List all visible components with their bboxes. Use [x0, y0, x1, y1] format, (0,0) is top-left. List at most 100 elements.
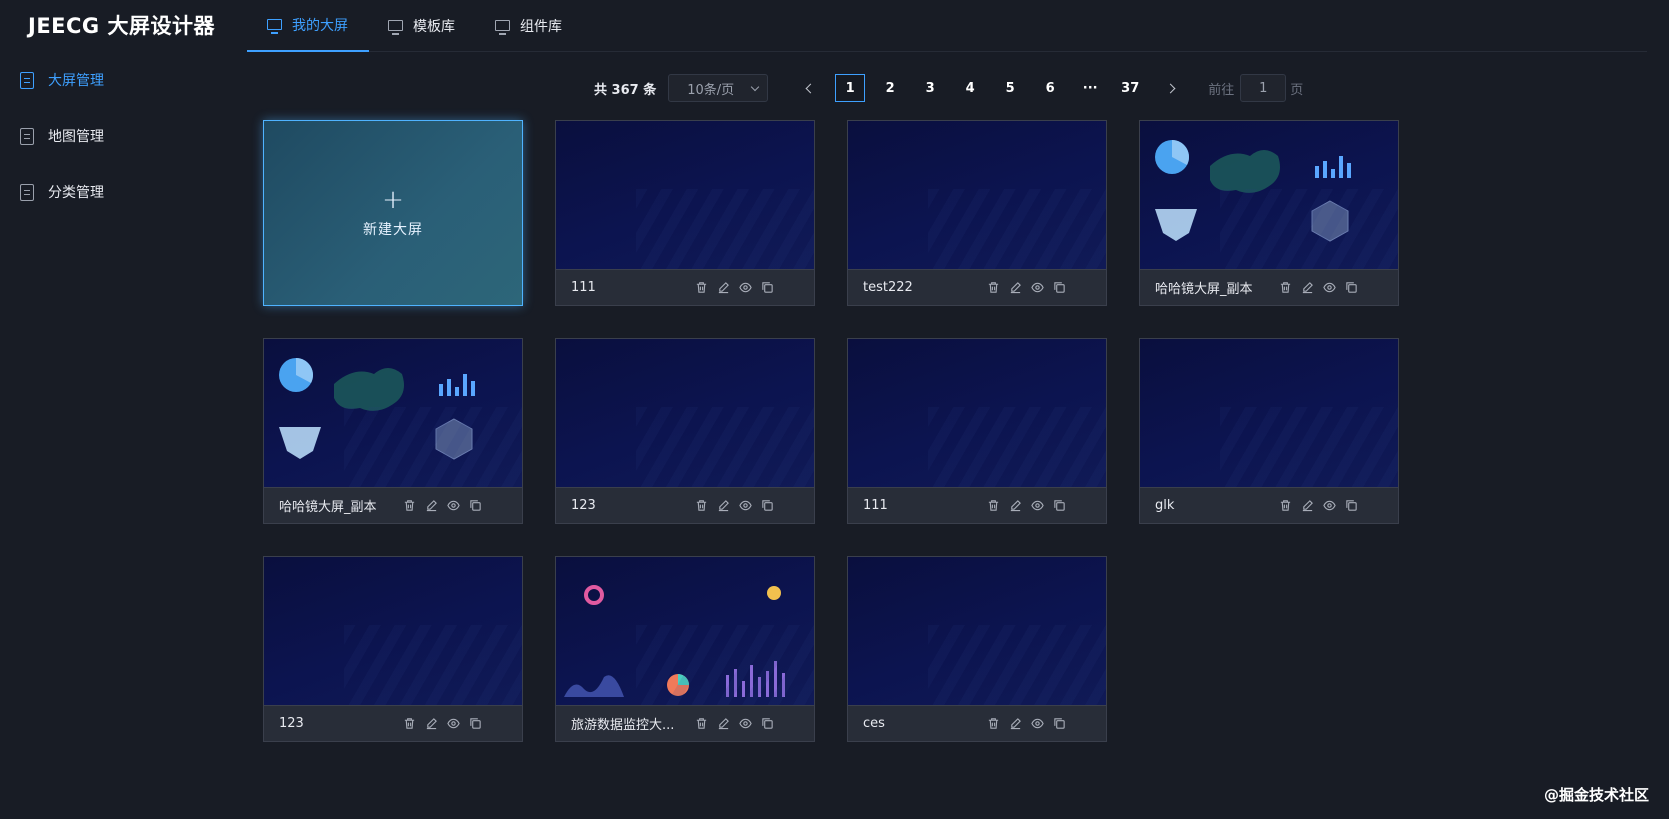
screen-card[interactable]: test222 [847, 120, 1107, 306]
page-size-select[interactable]: 10条/页 [668, 74, 769, 102]
document-icon [20, 127, 34, 145]
copy-icon[interactable] [1052, 717, 1066, 731]
screen-card[interactable]: 哈哈镜大屏_副本 [1139, 120, 1399, 306]
tab-my-screens[interactable]: 我的大屏 [247, 0, 369, 52]
card-footer: 123 [264, 705, 522, 741]
card-name: 123 [279, 716, 304, 731]
delete-icon[interactable] [402, 499, 416, 513]
preview-icon[interactable] [446, 499, 460, 513]
preview-icon[interactable] [1322, 499, 1336, 513]
card-name: glk [1155, 498, 1175, 513]
edit-icon[interactable] [1008, 499, 1022, 513]
delete-icon[interactable] [694, 281, 708, 295]
page-button[interactable]: 37 [1115, 74, 1145, 102]
goto-page-input[interactable] [1240, 74, 1287, 102]
card-name: 哈哈镜大屏_副本 [1155, 282, 1253, 297]
page-button[interactable]: 1 [835, 74, 866, 102]
copy-icon[interactable] [1344, 499, 1358, 513]
card-footer: 111 [556, 269, 814, 305]
preview-icon[interactable] [1322, 281, 1336, 295]
page-button[interactable]: 6 [1035, 74, 1065, 102]
screen-card[interactable]: 123 [263, 556, 523, 742]
card-name: 123 [571, 498, 596, 513]
total-count: 共 367 条 [594, 82, 657, 98]
screen-card[interactable]: 123 [555, 338, 815, 524]
screen-card[interactable]: 111 [847, 338, 1107, 524]
more-pages-button[interactable]: ··· [1075, 74, 1105, 102]
screen-card[interactable]: 哈哈镜大屏_副本 [263, 338, 523, 524]
edit-icon[interactable] [716, 499, 730, 513]
edit-icon[interactable] [1008, 717, 1022, 731]
goto-page: 前往 页 [1208, 74, 1303, 102]
screen-card[interactable]: 旅游数据监控大... [555, 556, 815, 742]
card-thumbnail[interactable] [1140, 339, 1398, 487]
edit-icon[interactable] [424, 499, 438, 513]
new-screen-button[interactable]: + 新建大屏 [263, 120, 523, 306]
screen-card[interactable]: glk [1139, 338, 1399, 524]
next-page-button[interactable] [1155, 74, 1185, 102]
page-size-value: 10条/页 [687, 82, 735, 98]
card-thumbnail[interactable] [848, 121, 1106, 269]
card-actions [1270, 281, 1358, 295]
copy-icon[interactable] [760, 281, 774, 295]
tab-label: 我的大屏 [292, 18, 348, 34]
goto-prefix: 前往 [1208, 82, 1235, 98]
tourism-dashboard-thumbnail [564, 585, 785, 697]
delete-icon[interactable] [402, 717, 416, 731]
preview-icon[interactable] [1030, 499, 1044, 513]
page-button[interactable]: 3 [915, 74, 945, 102]
tab-templates[interactable]: 模板库 [388, 0, 455, 52]
preview-icon[interactable] [1030, 281, 1044, 295]
copy-icon[interactable] [1052, 499, 1066, 513]
screen-card[interactable]: ces [847, 556, 1107, 742]
edit-icon[interactable] [1300, 499, 1314, 513]
card-name: ces [863, 716, 885, 731]
copy-icon[interactable] [1052, 281, 1066, 295]
card-thumbnail[interactable] [556, 557, 814, 705]
sidebar-item-maps[interactable]: 地图管理 [20, 121, 104, 151]
card-thumbnail[interactable] [848, 339, 1106, 487]
card-thumbnail[interactable] [264, 557, 522, 705]
chevron-right-icon [1165, 83, 1176, 93]
copy-icon[interactable] [468, 717, 482, 731]
edit-icon[interactable] [1300, 281, 1314, 295]
delete-icon[interactable] [1278, 499, 1292, 513]
delete-icon[interactable] [694, 499, 708, 513]
card-thumbnail[interactable] [556, 121, 814, 269]
preview-icon[interactable] [738, 717, 752, 731]
copy-icon[interactable] [1344, 281, 1358, 295]
delete-icon[interactable] [986, 281, 1000, 295]
delete-icon[interactable] [986, 717, 1000, 731]
page-button[interactable]: 2 [875, 74, 905, 102]
edit-icon[interactable] [716, 281, 730, 295]
card-thumbnail[interactable] [556, 339, 814, 487]
page-button[interactable]: 5 [995, 74, 1025, 102]
delete-icon[interactable] [694, 717, 708, 731]
document-icon [20, 183, 34, 201]
delete-icon[interactable] [986, 499, 1000, 513]
tab-components[interactable]: 组件库 [495, 0, 562, 52]
delete-icon[interactable] [1278, 281, 1292, 295]
card-thumbnail[interactable] [1140, 121, 1398, 269]
copy-icon[interactable] [468, 499, 482, 513]
card-footer: 123 [556, 487, 814, 523]
screen-card[interactable]: 111 [555, 120, 815, 306]
preview-icon[interactable] [1030, 717, 1044, 731]
prev-page-button[interactable] [795, 74, 825, 102]
map-dashboard-thumbnail [1155, 140, 1351, 242]
edit-icon[interactable] [716, 717, 730, 731]
copy-icon[interactable] [760, 499, 774, 513]
edit-icon[interactable] [1008, 281, 1022, 295]
card-footer: test222 [848, 269, 1106, 305]
page-button[interactable]: 4 [955, 74, 985, 102]
card-thumbnail[interactable] [264, 339, 522, 487]
edit-icon[interactable] [424, 717, 438, 731]
preview-icon[interactable] [738, 281, 752, 295]
preview-icon[interactable] [738, 499, 752, 513]
preview-icon[interactable] [446, 717, 460, 731]
card-actions [686, 717, 774, 731]
copy-icon[interactable] [760, 717, 774, 731]
sidebar-item-categories[interactable]: 分类管理 [20, 177, 104, 207]
card-thumbnail[interactable] [848, 557, 1106, 705]
sidebar-item-screens[interactable]: 大屏管理 [20, 65, 104, 95]
